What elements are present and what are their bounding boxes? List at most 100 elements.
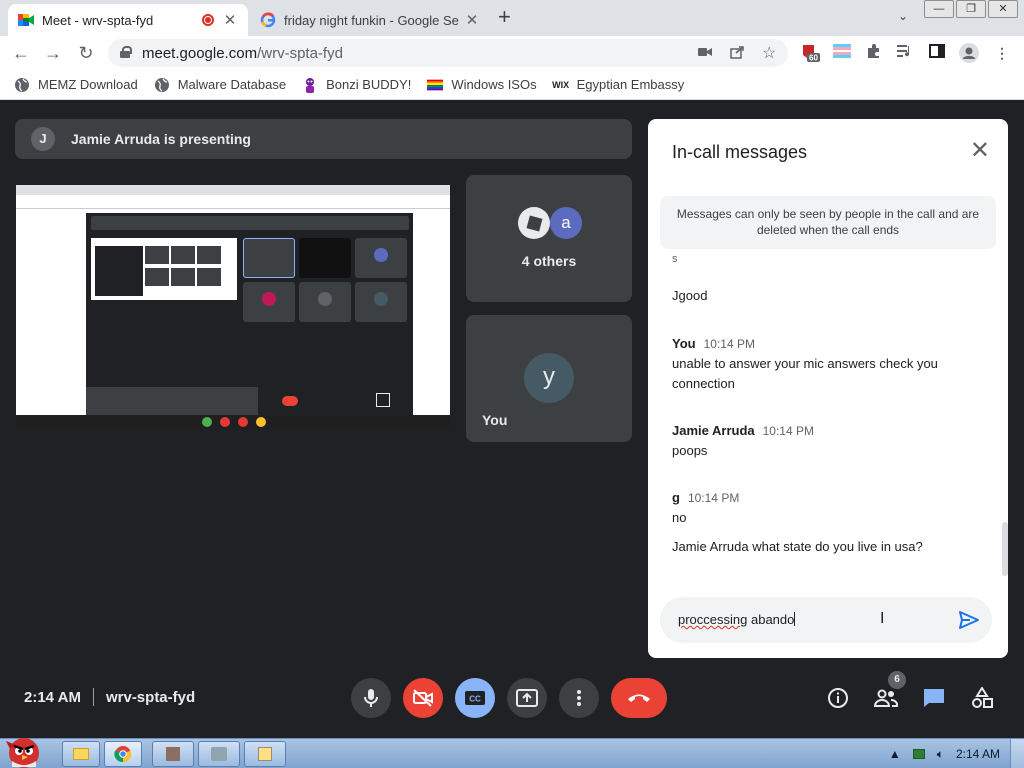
bookmark-bonzi-buddy[interactable]: Bonzi BUDDY! bbox=[302, 77, 411, 93]
address-bar[interactable]: meet.google.com/wrv-spta-fyd ☆ bbox=[108, 39, 788, 67]
globe-icon bbox=[14, 77, 30, 93]
chat-button[interactable] bbox=[920, 684, 948, 712]
meeting-info: 2:14 AM wrv-spta-fyd bbox=[24, 688, 195, 706]
activities-button[interactable] bbox=[968, 684, 996, 712]
tab-search-dropdown-icon[interactable]: ⌄ bbox=[898, 9, 908, 23]
tab-meet[interactable]: Meet - wrv-spta-fyd ✕ bbox=[8, 4, 248, 36]
window-controls: — ❐ ✕ bbox=[922, 0, 1018, 18]
others-label: 4 others bbox=[521, 253, 577, 269]
show-desktop-button[interactable] bbox=[1010, 739, 1024, 768]
bookmark-egyptian-embassy[interactable]: WIX Egyptian Embassy bbox=[552, 77, 684, 93]
taskbar-clock[interactable]: 2:14 AM bbox=[956, 747, 1000, 761]
text-cursor-icon: I bbox=[880, 610, 885, 627]
bookmarks-bar: MEMZ Download Malware Database Bonzi BUD… bbox=[0, 70, 1024, 100]
share-icon[interactable] bbox=[730, 45, 745, 62]
side-panel-icon[interactable] bbox=[927, 43, 947, 63]
avatar-a: a bbox=[550, 207, 582, 239]
speaker-icon[interactable]: 🔈︎ bbox=[937, 747, 944, 762]
camera-icon[interactable] bbox=[698, 45, 712, 61]
tab-strip: Meet - wrv-spta-fyd ✕ friday night funki… bbox=[0, 0, 1024, 36]
microphone-button[interactable] bbox=[351, 678, 391, 718]
chat-message: g 10:14 PM no bbox=[672, 490, 740, 525]
google-meet-icon bbox=[18, 12, 34, 28]
shared-screen-controls bbox=[86, 387, 413, 415]
up-arrow-icon[interactable]: ▲ bbox=[889, 747, 901, 761]
taskbar-app-3[interactable] bbox=[244, 741, 286, 767]
close-tab-icon[interactable]: ✕ bbox=[464, 11, 480, 29]
forward-icon[interactable]: → bbox=[42, 42, 64, 64]
captions-button[interactable]: CC bbox=[455, 678, 495, 718]
close-window-button[interactable]: ✕ bbox=[988, 0, 1018, 18]
restore-button[interactable]: ❐ bbox=[956, 0, 986, 18]
meeting-details-button[interactable] bbox=[824, 684, 852, 712]
taskbar-chrome[interactable] bbox=[104, 741, 142, 767]
svg-text:60: 60 bbox=[809, 54, 818, 63]
chat-panel: In-call messages ✕ Messages can only be … bbox=[648, 119, 1008, 658]
tab-title: Meet - wrv-spta-fyd bbox=[42, 12, 154, 28]
chrome-icon bbox=[114, 746, 132, 763]
self-tile[interactable]: y You bbox=[466, 315, 632, 442]
recording-icon bbox=[202, 14, 214, 26]
camera-off-icon bbox=[413, 689, 433, 707]
hang-up-icon bbox=[628, 694, 650, 702]
back-icon[interactable]: ← bbox=[10, 42, 32, 64]
media-controls-icon[interactable] bbox=[895, 43, 915, 63]
chat-input-text[interactable]: proccessing abando bbox=[678, 612, 796, 627]
microphone-icon bbox=[364, 689, 378, 707]
people-icon bbox=[874, 689, 898, 707]
lock-icon[interactable] bbox=[120, 46, 132, 58]
adblock-extension-icon[interactable]: 60 bbox=[800, 43, 820, 63]
more-menu-icon[interactable]: ⋮ bbox=[992, 43, 1012, 63]
start-button[interactable] bbox=[2, 733, 46, 768]
present-screen-icon bbox=[516, 689, 538, 707]
rainbow-flag-icon bbox=[427, 77, 444, 93]
end-call-button[interactable] bbox=[611, 678, 667, 718]
minimize-button[interactable]: — bbox=[924, 0, 954, 18]
captions-icon: CC bbox=[465, 691, 485, 705]
participants-count-badge: 6 bbox=[888, 671, 906, 689]
others-tile[interactable]: a 4 others bbox=[466, 175, 632, 302]
system-tray: ▲ 🔈︎ 2:14 AM bbox=[854, 739, 1024, 768]
browser-toolbar: ← → ↻ meet.google.com/wrv-spta-fyd ☆ 60 … bbox=[0, 36, 1024, 70]
present-button[interactable] bbox=[507, 678, 547, 718]
presenting-text: Jamie Arruda is presenting bbox=[71, 131, 251, 147]
close-icon[interactable]: ✕ bbox=[970, 139, 990, 163]
extensions-puzzle-icon[interactable] bbox=[864, 43, 884, 63]
reload-icon[interactable]: ↻ bbox=[75, 42, 97, 64]
angry-bird-icon bbox=[6, 738, 39, 768]
meeting-code: wrv-spta-fyd bbox=[105, 688, 196, 706]
chat-input[interactable]: proccessing abando I bbox=[660, 597, 992, 643]
battery-icon[interactable] bbox=[912, 749, 925, 759]
camera-off-button[interactable] bbox=[403, 678, 443, 718]
shared-screen-nested bbox=[91, 238, 237, 313]
send-icon[interactable] bbox=[958, 609, 980, 631]
self-label: You bbox=[482, 412, 508, 428]
app-icon bbox=[166, 747, 180, 761]
shared-screen[interactable] bbox=[16, 185, 450, 429]
bookmark-memz[interactable]: MEMZ Download bbox=[14, 77, 138, 93]
shared-screen-taskbar bbox=[16, 415, 450, 429]
chat-message: You 10:14 PM unable to answer your mic an… bbox=[672, 336, 938, 391]
roblox-avatar bbox=[518, 207, 550, 239]
chat-message: Jamie Arruda 10:14 PM poops bbox=[672, 423, 814, 458]
package-icon bbox=[258, 747, 272, 761]
flag-extension-icon[interactable] bbox=[832, 43, 852, 63]
paint-icon bbox=[211, 747, 227, 761]
more-options-button[interactable] bbox=[559, 678, 599, 718]
chat-notice: Messages can only be seen by people in t… bbox=[660, 196, 996, 249]
close-tab-icon[interactable]: ✕ bbox=[222, 11, 238, 29]
url-text: meet.google.com/wrv-spta-fyd bbox=[142, 45, 343, 62]
globe-icon bbox=[154, 77, 170, 93]
tab-title: friday night funkin - Google Se bbox=[284, 12, 459, 28]
taskbar-app-1[interactable] bbox=[152, 741, 194, 767]
bookmark-star-icon[interactable]: ☆ bbox=[762, 43, 776, 63]
profile-avatar-icon[interactable] bbox=[959, 43, 979, 63]
chat-scrollbar[interactable] bbox=[1002, 522, 1008, 576]
tab-search[interactable]: friday night funkin - Google Se ✕ bbox=[250, 4, 490, 36]
bookmark-malware-database[interactable]: Malware Database bbox=[154, 77, 286, 93]
taskbar-explorer[interactable] bbox=[62, 741, 100, 767]
folder-icon bbox=[73, 748, 89, 760]
taskbar-app-2[interactable] bbox=[198, 741, 240, 767]
bookmark-windows-isos[interactable]: Windows ISOs bbox=[427, 77, 537, 93]
new-tab-button[interactable]: + bbox=[498, 6, 511, 28]
